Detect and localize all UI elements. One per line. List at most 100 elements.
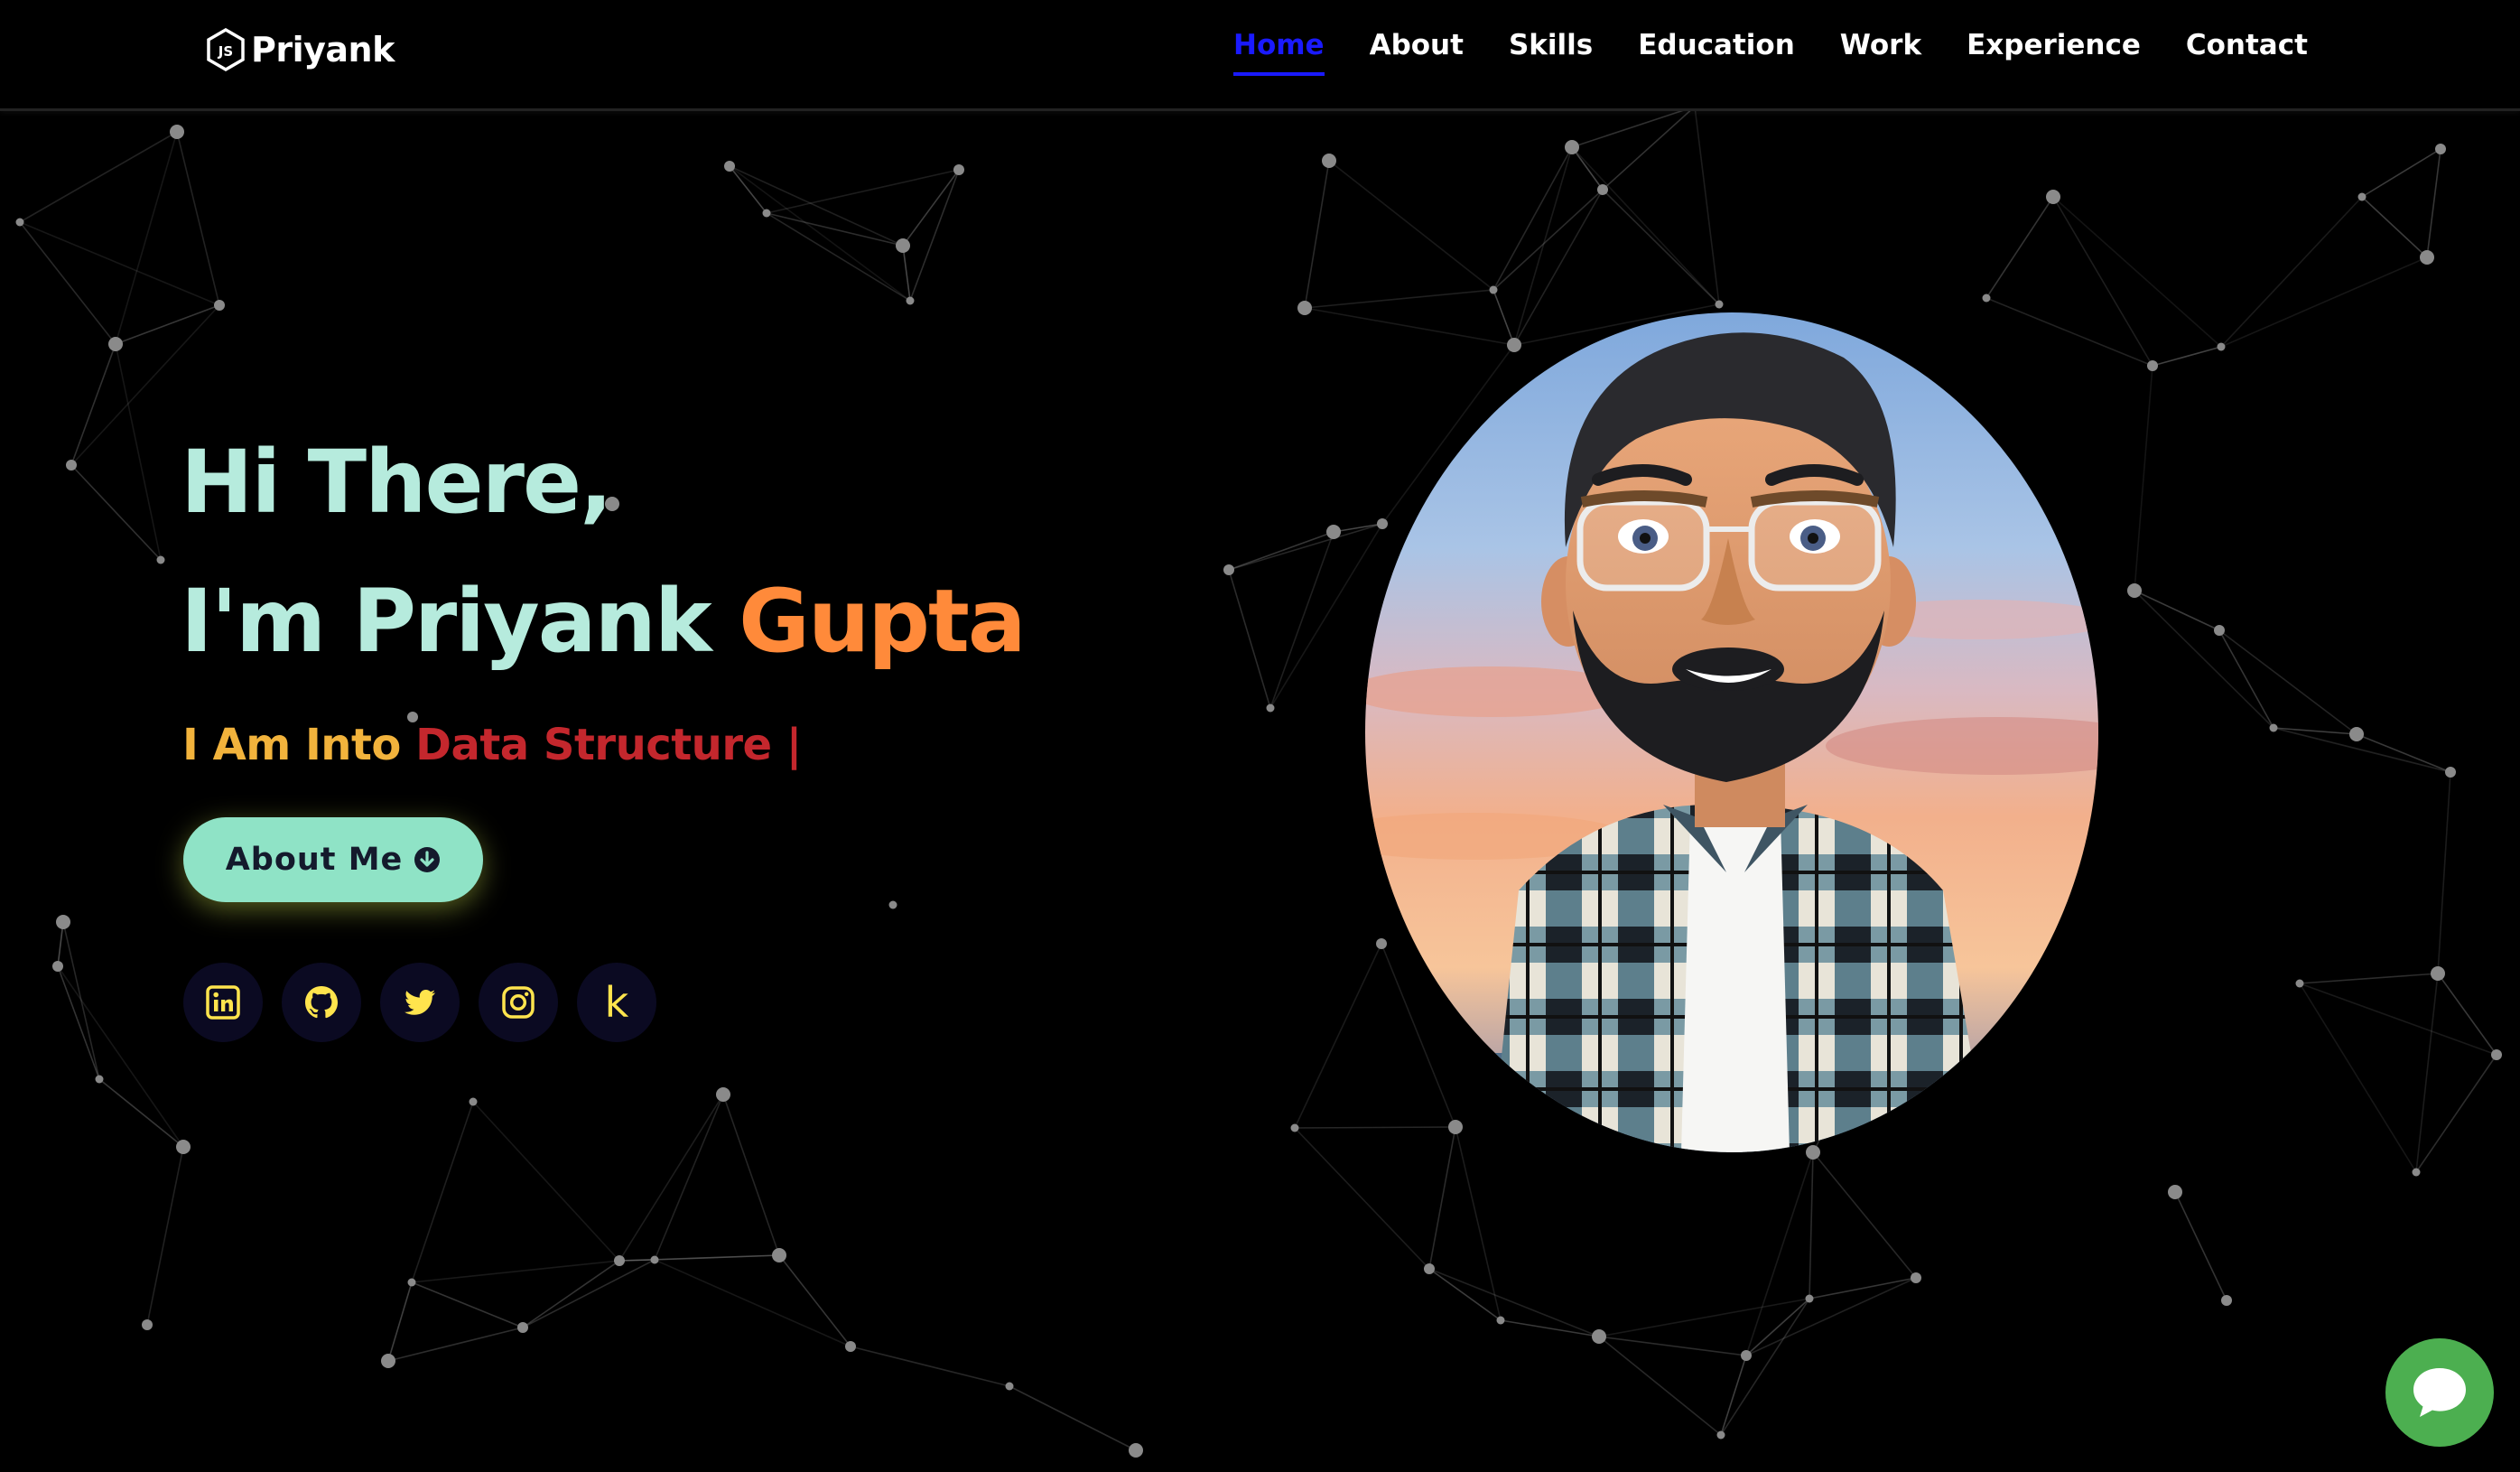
particle-dot (845, 1341, 856, 1352)
particle-link (1694, 106, 1720, 305)
particle-dot (1448, 1120, 1463, 1134)
nav-about[interactable]: About (1370, 29, 1464, 76)
nav-work[interactable]: Work (1840, 29, 1921, 76)
navbar: JS Priyank Home About Skills Education W… (0, 0, 2520, 111)
particle-link (1428, 1126, 1456, 1270)
particle-dot (214, 300, 225, 311)
particle-dot (1805, 1294, 1814, 1303)
typed-prefix: I Am Into (182, 720, 401, 770)
particle-link (1598, 1298, 1810, 1337)
particle-link (57, 965, 100, 1080)
particle-dot (108, 337, 123, 351)
particle-dot (896, 238, 910, 253)
particle-link (19, 131, 178, 223)
particle-link (1598, 1336, 1747, 1356)
particle-link (1602, 106, 1696, 191)
particle-link (2218, 629, 2274, 729)
particle-dot (762, 209, 771, 218)
particle-dot (1565, 140, 1579, 154)
particle-dot (2221, 1295, 2232, 1306)
particle-link (2134, 590, 2274, 729)
particle-link (98, 1078, 184, 1148)
particle-dot (56, 915, 70, 929)
brand-logo[interactable]: JS Priyank (206, 25, 395, 74)
particle-link (1492, 189, 1604, 291)
particle-link (1294, 943, 1382, 1129)
particle-dot (1377, 518, 1388, 529)
particle-link (1513, 146, 1573, 346)
nav-contact[interactable]: Contact (2186, 29, 2308, 76)
particle-link (411, 1260, 620, 1283)
particle-link (1809, 1151, 1814, 1300)
particle-dot (1223, 564, 1234, 575)
particle-dot (2046, 190, 2060, 204)
particle-link (909, 169, 960, 302)
linkedin-link[interactable] (183, 963, 263, 1042)
particle-link (1304, 307, 1515, 346)
particle-dot (142, 1319, 153, 1330)
particle-link (70, 464, 162, 561)
chat-widget-button[interactable] (2385, 1338, 2494, 1447)
nav-skills[interactable]: Skills (1509, 29, 1593, 76)
social-links: k (183, 963, 675, 1042)
particle-dot (156, 555, 165, 564)
particle-dot (170, 125, 184, 139)
particle-link (1009, 1385, 1137, 1451)
particle-link (1228, 531, 1334, 571)
particle-dot (1376, 938, 1387, 949)
twitter-link[interactable] (380, 963, 460, 1042)
particle-link (1492, 146, 1573, 291)
particle-dot (772, 1248, 786, 1262)
particle-link (146, 1146, 184, 1326)
hero-last-name: Gupta (739, 571, 1027, 672)
particle-link (2415, 973, 2439, 1173)
chat-bubble-icon (2413, 1368, 2466, 1417)
about-me-button[interactable]: About Me (183, 817, 483, 902)
github-link[interactable] (282, 963, 361, 1042)
particle-link (766, 212, 904, 247)
particle-link (1500, 1319, 1600, 1337)
particle-link (176, 131, 220, 306)
nav-experience[interactable]: Experience (1967, 29, 2141, 76)
particle-link (654, 1254, 780, 1261)
particle-dot (1424, 1263, 1435, 1274)
particle-link (1304, 160, 1330, 309)
particle-link (2152, 346, 2222, 367)
linkedin-icon (206, 985, 240, 1020)
particle-link (411, 1101, 474, 1283)
nav-menu: Home About Skills Education Work Experie… (1233, 29, 2353, 76)
nav-home[interactable]: Home (1233, 29, 1325, 76)
particle-link (2134, 365, 2153, 592)
particle-link (1428, 1268, 1600, 1337)
particle-dot (1911, 1272, 1921, 1283)
arrow-down-circle-icon (414, 846, 441, 873)
page: JS Priyank Home About Skills Education W… (0, 0, 2520, 1472)
particle-link (618, 1094, 724, 1262)
particle-link (766, 169, 960, 214)
particle-dot (1005, 1382, 1014, 1391)
particle-link (2437, 771, 2451, 974)
particle-link (1809, 1277, 1917, 1300)
particle-link (19, 221, 220, 306)
particle-dot (1266, 703, 1275, 713)
particle-dot (614, 1255, 625, 1266)
particle-link (2356, 733, 2451, 773)
particle-dot (716, 1087, 730, 1102)
kaggle-icon: k (604, 978, 629, 1027)
kaggle-link[interactable]: k (577, 963, 656, 1042)
brand-name: Priyank (251, 30, 395, 70)
nav-education[interactable]: Education (1638, 29, 1795, 76)
particle-dot (2269, 723, 2278, 732)
particle-link (2052, 196, 2222, 348)
particle-link (2218, 629, 2357, 735)
particle-dot (407, 1278, 416, 1287)
particle-link (2174, 1191, 2227, 1301)
hero-greeting: Hi There, (181, 432, 613, 533)
particle-link (1602, 189, 1720, 305)
particle-dot (2168, 1185, 2182, 1199)
particle-link (850, 1346, 1010, 1387)
particle-link (2220, 256, 2428, 348)
particle-link (387, 1281, 413, 1362)
instagram-link[interactable] (479, 963, 558, 1042)
particle-dot (469, 1097, 478, 1106)
